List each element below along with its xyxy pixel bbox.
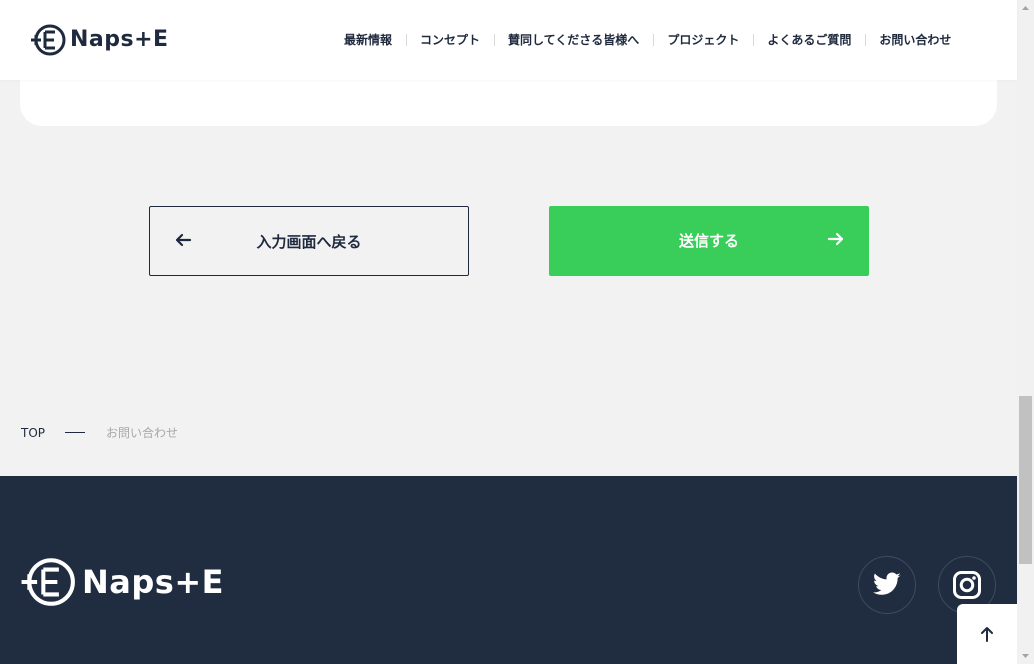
twitter-link[interactable]	[858, 556, 916, 614]
footer-logo[interactable]: Naps+E	[20, 556, 224, 608]
nav-item-supporters[interactable]: 賛同してくださる皆様へ	[494, 31, 653, 49]
site-header: Naps+E 最新情報 コンセプト 賛同してくださる皆様へ プロジェクト よくあ…	[0, 0, 1017, 80]
back-button-label: 入力画面へ戻る	[256, 233, 362, 251]
twitter-icon	[873, 572, 901, 595]
vertical-scrollbar[interactable]	[1017, 0, 1034, 664]
scroll-down-arrow-icon[interactable]	[1017, 647, 1034, 664]
nav-item-project[interactable]: プロジェクト	[653, 31, 753, 49]
logo-mark-icon	[31, 24, 66, 56]
scrollbar-thumb[interactable]	[1019, 396, 1032, 564]
footer-logo-mark-icon	[21, 558, 75, 606]
site-footer: Naps+E	[0, 476, 1017, 664]
nav-item-faq[interactable]: よくあるご質問	[753, 31, 865, 49]
nav-item-news[interactable]: 最新情報	[330, 31, 406, 49]
arrow-right-icon	[827, 232, 844, 246]
breadcrumb-current: お問い合わせ	[106, 426, 179, 440]
nav-item-contact[interactable]: お問い合わせ	[865, 31, 965, 49]
breadcrumb: TOP お問い合わせ	[21, 424, 178, 441]
instagram-icon	[953, 571, 981, 599]
footer-logo-text: Naps+E	[82, 563, 224, 601]
send-button[interactable]: 送信する	[549, 206, 869, 276]
logo-text: Naps+E	[70, 27, 169, 52]
send-button-label: 送信する	[678, 232, 739, 250]
scroll-up-arrow-icon[interactable]	[1017, 0, 1034, 17]
nav-item-concept[interactable]: コンセプト	[406, 31, 494, 49]
back-to-input-button[interactable]: 入力画面へ戻る	[149, 206, 469, 276]
breadcrumb-separator	[65, 432, 86, 433]
arrow-up-icon	[981, 627, 993, 642]
main-nav: 最新情報 コンセプト 賛同してくださる皆様へ プロジェクト よくあるご質問 お問…	[330, 31, 965, 49]
back-to-top-button[interactable]	[957, 604, 1017, 664]
site-logo[interactable]: Naps+E	[30, 24, 169, 56]
breadcrumb-top-link[interactable]: TOP	[21, 426, 45, 440]
